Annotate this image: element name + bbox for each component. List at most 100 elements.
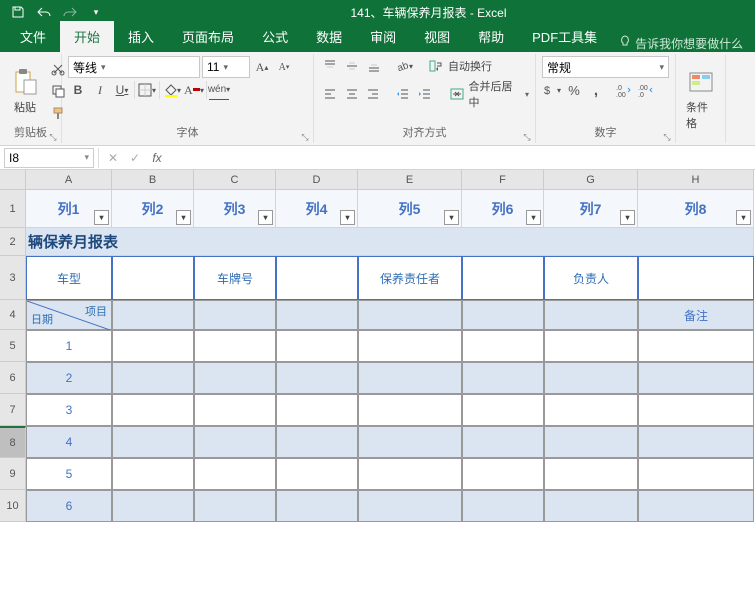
decrease-font-icon[interactable]: A▾	[274, 57, 294, 77]
cell[interactable]	[112, 330, 194, 362]
align-center-icon[interactable]	[342, 84, 362, 104]
row-header[interactable]: 10	[0, 490, 26, 522]
merge-center-button[interactable]: 合并后居中	[469, 78, 523, 110]
number-format-combo[interactable]: 常规▾	[542, 56, 669, 78]
filter-dropdown-icon[interactable]: ▾	[176, 210, 191, 225]
cell[interactable]	[462, 394, 544, 426]
comma-icon[interactable]: ,	[586, 80, 606, 100]
cell[interactable]	[462, 300, 544, 330]
conditional-format-button[interactable]: 条件格	[682, 65, 720, 133]
align-top-icon[interactable]	[320, 56, 340, 76]
row-header[interactable]: 8	[0, 426, 26, 458]
cell[interactable]	[638, 362, 754, 394]
filter-header[interactable]: 列1▾	[26, 190, 112, 228]
merge-icon[interactable]	[447, 84, 467, 104]
header-owner[interactable]: 保养责任者	[358, 256, 462, 300]
cell[interactable]	[544, 330, 638, 362]
cell[interactable]	[112, 458, 194, 490]
filter-header[interactable]: 列4▾	[276, 190, 358, 228]
header-note[interactable]: 备注	[638, 300, 754, 330]
cell[interactable]	[112, 362, 194, 394]
cell[interactable]	[462, 458, 544, 490]
column-header[interactable]: D	[276, 170, 358, 190]
cell[interactable]	[194, 362, 276, 394]
tab-view[interactable]: 视图	[410, 21, 464, 52]
font-name-combo[interactable]: 等线▾	[68, 56, 200, 78]
tab-data[interactable]: 数据	[302, 21, 356, 52]
filter-dropdown-icon[interactable]: ▾	[736, 210, 751, 225]
cell[interactable]	[358, 362, 462, 394]
decrease-indent-icon[interactable]	[393, 84, 413, 104]
data-id-cell[interactable]: 4	[26, 426, 112, 458]
cell[interactable]	[544, 490, 638, 522]
sheet-title[interactable]: 辆保养月报表	[26, 228, 754, 256]
increase-indent-icon[interactable]	[415, 84, 435, 104]
data-id-cell[interactable]: 1	[26, 330, 112, 362]
cell[interactable]	[544, 362, 638, 394]
row-header[interactable]: 5	[0, 330, 26, 362]
cell[interactable]	[276, 490, 358, 522]
cell[interactable]	[638, 490, 754, 522]
filter-header[interactable]: 列7▾	[544, 190, 638, 228]
cell[interactable]	[276, 256, 358, 300]
cell[interactable]	[462, 490, 544, 522]
save-icon[interactable]	[6, 2, 30, 22]
tab-file[interactable]: 文件	[6, 21, 60, 52]
diagonal-header[interactable]: 项目日期	[26, 300, 112, 330]
redo-icon[interactable]	[58, 2, 82, 22]
align-right-icon[interactable]	[364, 84, 384, 104]
align-launcher-icon[interactable]: ⤡	[521, 129, 533, 141]
cell[interactable]	[358, 330, 462, 362]
row-header[interactable]: 9	[0, 458, 26, 490]
qat-customize-icon[interactable]: ▾	[84, 2, 108, 22]
data-id-cell[interactable]: 6	[26, 490, 112, 522]
tab-help[interactable]: 帮助	[464, 21, 518, 52]
align-bottom-icon[interactable]	[364, 56, 384, 76]
align-middle-icon[interactable]	[342, 56, 362, 76]
font-size-combo[interactable]: 11▾	[202, 56, 250, 78]
cell[interactable]	[638, 426, 754, 458]
cell[interactable]	[276, 458, 358, 490]
orientation-icon[interactable]: ab▾	[394, 56, 414, 76]
cell[interactable]	[462, 256, 544, 300]
cell[interactable]	[638, 256, 754, 300]
row-header[interactable]: 7	[0, 394, 26, 426]
cell[interactable]	[276, 330, 358, 362]
name-box[interactable]: I8▾	[4, 148, 94, 168]
percent-icon[interactable]: %	[564, 80, 584, 100]
cell[interactable]	[462, 362, 544, 394]
tab-pdf[interactable]: PDF工具集	[518, 21, 611, 52]
decrease-decimal-icon[interactable]: .00.0	[636, 80, 656, 100]
fx-icon[interactable]: fx	[147, 148, 167, 168]
filter-dropdown-icon[interactable]: ▾	[526, 210, 541, 225]
cell[interactable]	[358, 490, 462, 522]
tab-home[interactable]: 开始	[60, 21, 114, 52]
cell[interactable]	[544, 426, 638, 458]
align-left-icon[interactable]	[320, 84, 340, 104]
tab-formulas[interactable]: 公式	[248, 21, 302, 52]
column-header[interactable]: F	[462, 170, 544, 190]
tab-insert[interactable]: 插入	[114, 21, 168, 52]
data-id-cell[interactable]: 3	[26, 394, 112, 426]
cell[interactable]	[638, 330, 754, 362]
cell[interactable]	[276, 394, 358, 426]
tell-me-input[interactable]: 告诉我你想要做什么	[635, 35, 743, 52]
filter-dropdown-icon[interactable]: ▾	[258, 210, 273, 225]
cell[interactable]	[358, 426, 462, 458]
cell[interactable]	[358, 394, 462, 426]
cell[interactable]	[358, 300, 462, 330]
column-header[interactable]: H	[638, 170, 754, 190]
cancel-formula-icon[interactable]: ✕	[103, 148, 123, 168]
formula-input[interactable]	[171, 148, 755, 168]
cell[interactable]	[194, 394, 276, 426]
underline-icon[interactable]: U▾	[112, 80, 132, 100]
column-header[interactable]: A	[26, 170, 112, 190]
undo-icon[interactable]	[32, 2, 56, 22]
header-type[interactable]: 车型	[26, 256, 112, 300]
enter-formula-icon[interactable]: ✓	[125, 148, 145, 168]
column-header[interactable]: B	[112, 170, 194, 190]
bold-icon[interactable]: B	[68, 80, 88, 100]
filter-header[interactable]: 列6▾	[462, 190, 544, 228]
data-id-cell[interactable]: 2	[26, 362, 112, 394]
filter-dropdown-icon[interactable]: ▾	[620, 210, 635, 225]
